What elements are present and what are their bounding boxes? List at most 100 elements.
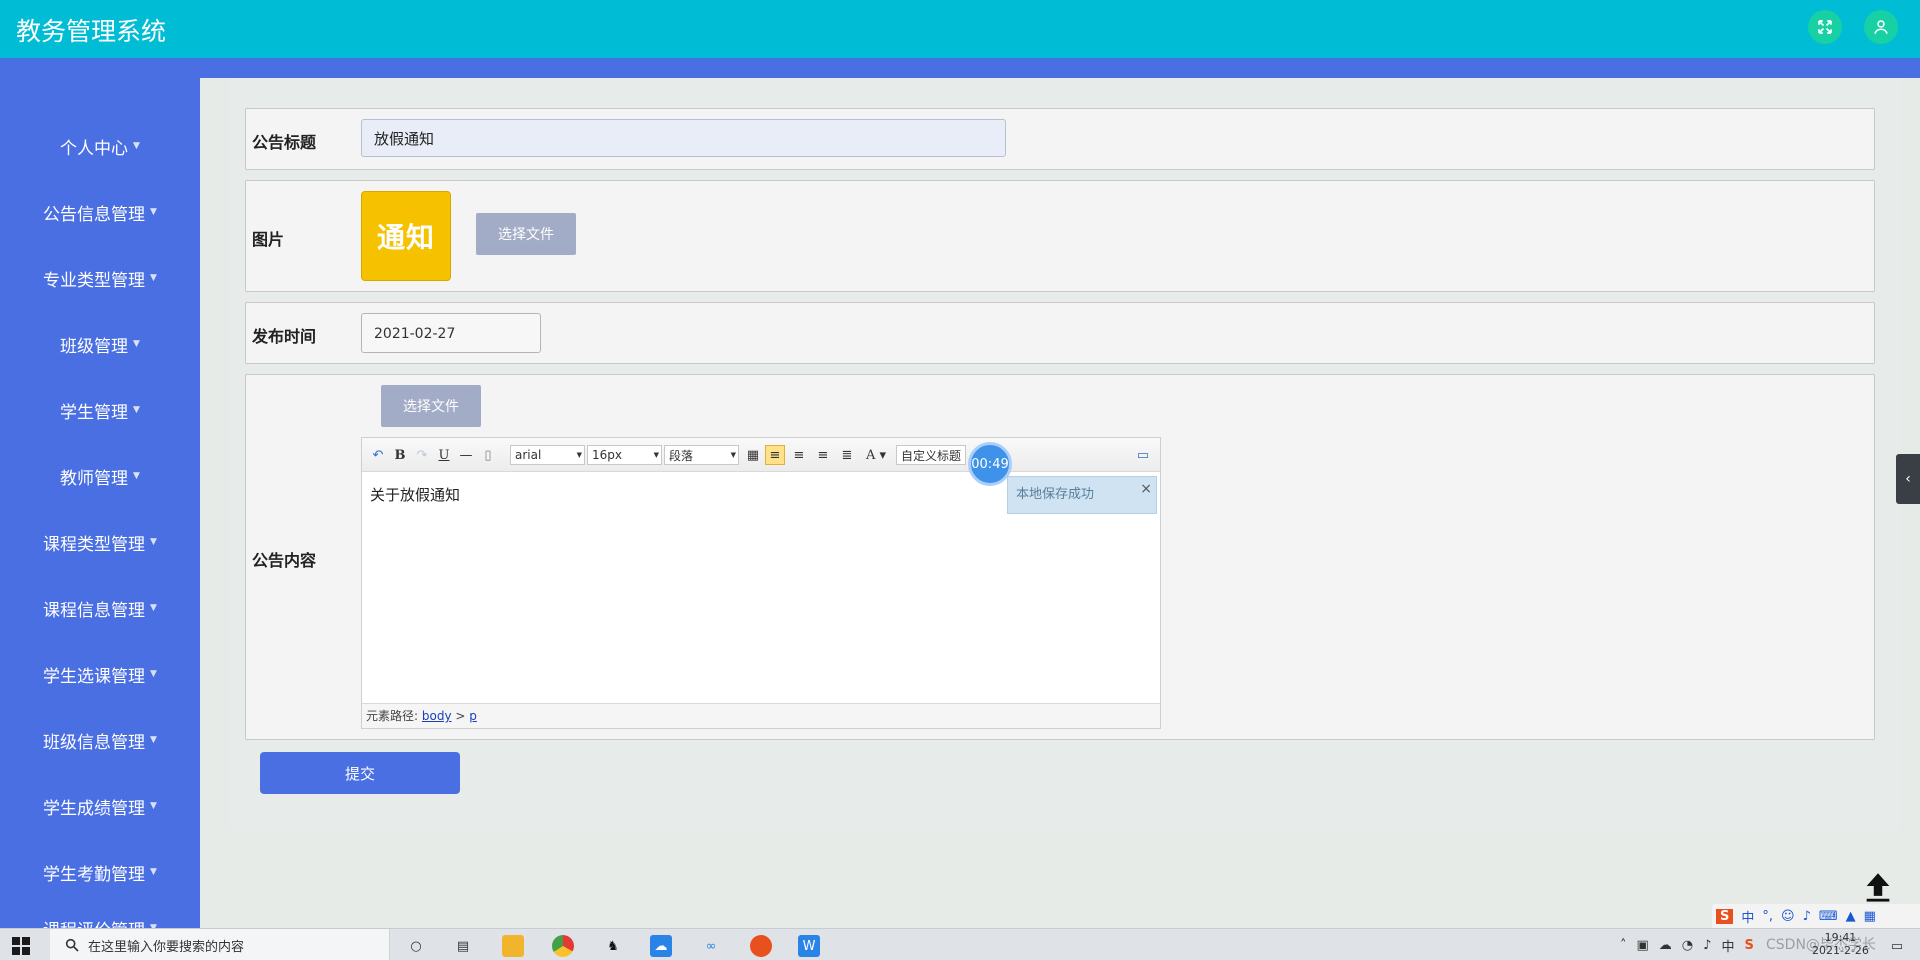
bold-icon[interactable]: B — [392, 445, 408, 465]
dropdown-icon: ▼ — [576, 451, 582, 459]
fullscreen-icon — [1818, 20, 1832, 34]
sogou-icon[interactable]: S — [1716, 908, 1734, 924]
sidebar-item-attendance[interactable]: 学生考勤管理 ▼ — [0, 852, 200, 892]
align-justify-icon[interactable]: ≣ — [838, 445, 856, 465]
caret-down-icon: ▼ — [150, 867, 157, 877]
wps-icon[interactable]: W — [798, 935, 820, 957]
align-left-icon[interactable]: ≡ — [765, 445, 785, 465]
sogou-tray-icon[interactable]: S — [1744, 938, 1753, 953]
caret-down-icon: ▼ — [133, 141, 140, 151]
date-row: 发布时间 2021-02-27 — [245, 302, 1875, 364]
sidebar-item-evaluation[interactable]: 课程评价管理▼ — [0, 908, 200, 929]
mic-icon[interactable]: ♪ — [1803, 909, 1811, 924]
choose-file-button[interactable]: 选择文件 — [476, 213, 576, 255]
date-label: 发布时间 — [252, 327, 317, 346]
image-row: 图片 通知 选择文件 — [245, 180, 1875, 292]
file-explorer-icon[interactable] — [502, 935, 524, 957]
sidebar-item-teacher[interactable]: 教师管理 ▼ — [0, 456, 200, 496]
document-icon[interactable]: ▯ — [480, 445, 496, 465]
content-choose-file-button[interactable]: 选择文件 — [381, 385, 481, 427]
firefox-icon[interactable] — [750, 935, 772, 957]
notification-icon[interactable]: ▭ — [1886, 935, 1908, 957]
horizontal-rule-icon[interactable]: — — [458, 445, 474, 465]
chevron-left-icon: ‹ — [1905, 471, 1911, 487]
path-p-link[interactable]: p — [469, 709, 477, 723]
ime-status[interactable]: 中 — [1721, 936, 1734, 955]
align-center-icon[interactable]: ≡ — [814, 445, 832, 465]
caret-down-icon: ▼ — [150, 801, 157, 811]
close-icon[interactable]: × — [1140, 471, 1152, 507]
onedrive-icon[interactable]: ☁ — [1659, 938, 1672, 953]
tray-expand-icon[interactable]: ˄ — [1620, 938, 1627, 953]
app-title: 教务管理系统 — [16, 17, 167, 46]
element-path: 元素路径: body > p — [362, 703, 1160, 728]
content-row: 公告内容 选择文件 ↶ B ↷ U — ▯ arial ▼ 16px ▼ 段落 ▼ ▦… — [245, 374, 1875, 740]
back-to-top-button[interactable] — [1858, 866, 1898, 906]
emoji-icon[interactable]: ☺ — [1781, 909, 1795, 924]
font-color-icon[interactable]: A ▾ — [862, 445, 890, 465]
redo-icon[interactable]: ↷ — [414, 445, 430, 465]
sidebar-item-course-type[interactable]: 课程类型管理 ▼ — [0, 522, 200, 562]
sidebar-item-student[interactable]: 学生管理 ▼ — [0, 390, 200, 430]
baidu-netdisk-icon[interactable]: ∞ — [700, 935, 722, 957]
volume-icon[interactable]: ♪ — [1703, 938, 1711, 953]
custom-title-select[interactable]: 自定义标题 — [896, 445, 966, 465]
tray-app-icon[interactable]: ▣ — [1637, 938, 1649, 953]
paragraph-select[interactable]: 段落 ▼ — [664, 445, 739, 465]
sidebar-item-course-info[interactable]: 课程信息管理 ▼ — [0, 588, 200, 628]
app-header: 教务管理系统 — [0, 0, 1920, 58]
caret-down-icon: ▼ — [133, 471, 140, 481]
cloud-app-icon[interactable]: ☁ — [650, 935, 672, 957]
title-input[interactable]: 放假通知 — [361, 119, 1006, 157]
font-family-select[interactable]: arial ▼ — [510, 445, 585, 465]
title-label: 公告标题 — [252, 133, 317, 152]
sidebar-item-score[interactable]: 学生成绩管理 ▼ — [0, 786, 200, 826]
notice-image: 通知 — [361, 191, 451, 281]
timer-badge: 00:49 — [968, 442, 1012, 486]
sidebar-item-major-type[interactable]: 专业类型管理 ▼ — [0, 258, 200, 298]
ime-toolbar: S 中 °, ☺ ♪ ⌨ ▲ ▦ — [1712, 904, 1920, 928]
editor-content[interactable]: 关于放假通知 — [370, 484, 460, 505]
sidebar-item-class[interactable]: 班级管理 ▼ — [0, 324, 200, 364]
fullscreen-button[interactable] — [1808, 10, 1842, 44]
font-size-select[interactable]: 16px ▼ — [587, 445, 662, 465]
rich-text-editor: ↶ B ↷ U — ▯ arial ▼ 16px ▼ 段落 ▼ ▦ ≡ ≡ ≡ ≣ A… — [361, 437, 1161, 729]
underline-icon[interactable]: U — [436, 445, 452, 465]
menu-grid-icon[interactable]: ▦ — [1864, 909, 1876, 924]
preview-icon[interactable]: ▭ — [1134, 445, 1152, 465]
align-right-icon[interactable]: ≡ — [790, 445, 808, 465]
user-button[interactable] — [1864, 10, 1898, 44]
taskbar-clock[interactable]: 19:41 2021-2-26 — [1812, 931, 1869, 957]
sidebar-item-notice[interactable]: 公告信息管理 ▼ — [0, 192, 200, 232]
submit-button[interactable]: 提交 — [260, 752, 460, 794]
network-icon[interactable]: ◔ — [1682, 938, 1693, 953]
system-tray: ˄ ▣ ☁ ◔ ♪ 中 S — [1620, 929, 1754, 960]
caret-down-icon: ▼ — [150, 537, 157, 547]
windows-start-icon[interactable] — [12, 937, 30, 955]
editor-toolbar: ↶ B ↷ U — ▯ arial ▼ 16px ▼ 段落 ▼ ▦ ≡ ≡ ≡ ≣ A… — [362, 438, 1160, 472]
path-body-link[interactable]: body — [422, 709, 452, 723]
punctuation-icon[interactable]: °, — [1762, 909, 1773, 924]
caret-down-icon: ▼ — [150, 603, 157, 613]
chrome-icon[interactable] — [552, 935, 574, 957]
dropdown-icon: ▼ — [730, 451, 736, 459]
cortana-icon[interactable]: ○ — [405, 935, 427, 957]
caret-down-icon: ▼ — [150, 735, 157, 745]
taskbar-search[interactable]: 在这里输入你要搜索的内容 — [50, 929, 390, 960]
sidebar-item-class-info[interactable]: 班级信息管理 ▼ — [0, 720, 200, 760]
side-panel-toggle[interactable]: ‹ — [1896, 454, 1920, 504]
task-view-icon[interactable]: ▤ — [452, 935, 474, 957]
undo-icon[interactable]: ↶ — [370, 445, 386, 465]
sidebar-item-course-select[interactable]: 学生选课管理 ▼ — [0, 654, 200, 694]
date-input[interactable]: 2021-02-27 — [361, 313, 541, 353]
search-icon — [65, 938, 79, 952]
table-icon[interactable]: ▦ — [744, 445, 762, 465]
keyboard-icon[interactable]: ⌨ — [1819, 909, 1838, 924]
skin-icon[interactable]: ▲ — [1846, 909, 1856, 924]
sidebar-item-personal[interactable]: 个人中心 ▼ — [0, 126, 200, 166]
sidebar: 个人中心 ▼ 公告信息管理 ▼ 专业类型管理 ▼ 班级管理 ▼ 学生管理 ▼ 教师管理 ▼ … — [0, 58, 200, 928]
ime-lang[interactable]: 中 — [1741, 907, 1754, 926]
save-tip: 本地保存成功 × — [1007, 476, 1157, 514]
title-row: 公告标题 放假通知 — [245, 108, 1875, 170]
qq-icon[interactable]: ♞ — [602, 935, 624, 957]
